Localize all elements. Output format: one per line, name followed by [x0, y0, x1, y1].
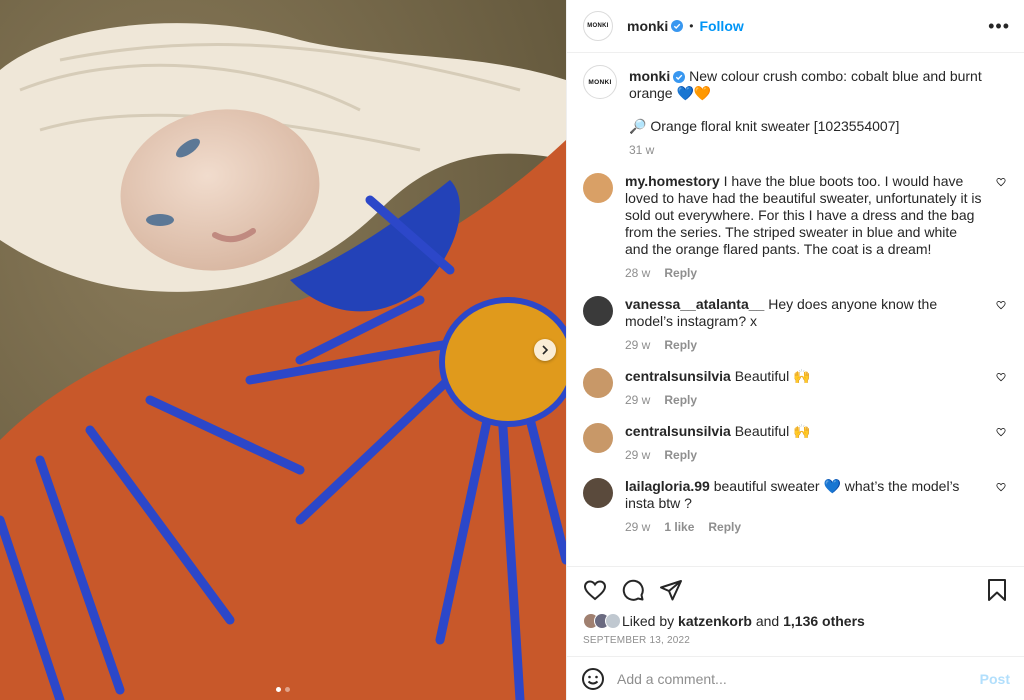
commenter-username[interactable]: my.homestory [625, 173, 720, 189]
reply-button[interactable]: Reply [664, 393, 697, 407]
comment-like-icon[interactable] [994, 173, 1008, 187]
comment-row: centralsunsilvia Beautiful 🙌 29 w Reply [583, 423, 1008, 462]
liked-by: Liked by katzenkorb and 1,136 others [583, 613, 1008, 629]
commenter-avatar[interactable] [583, 173, 613, 203]
liked-by-and: and [755, 613, 780, 629]
comment-meta: 28 w Reply [625, 266, 982, 280]
comment-body: centralsunsilvia Beautiful 🙌 29 w Reply [625, 423, 982, 462]
comment-meta: 29 w Reply [625, 393, 982, 407]
commenter-username[interactable]: vanessa__atalanta__ [625, 296, 764, 312]
commenter-avatar[interactable] [583, 368, 613, 398]
comment-like-icon[interactable] [994, 423, 1008, 437]
post-modal: MONKI monki • Follow ••• MONKI monki New… [0, 0, 1024, 700]
commenter-avatar[interactable] [583, 296, 613, 326]
comment-time[interactable]: 29 w [625, 338, 650, 352]
caption: MONKI monki New colour crush combo: coba… [583, 65, 1008, 157]
comment-time[interactable]: 29 w [625, 393, 650, 407]
comment-text: vanessa__atalanta__ Hey does anyone know… [625, 296, 982, 330]
caption-time[interactable]: 31 w [629, 143, 654, 157]
share-button[interactable] [659, 578, 683, 602]
post-date[interactable]: SEPTEMBER 13, 2022 [583, 635, 1008, 646]
emoji-icon [582, 667, 604, 690]
comment-like-count[interactable]: 1 like [664, 520, 694, 534]
commenter-avatar[interactable] [583, 423, 613, 453]
comment-row: my.homestory I have the blue boots too. … [583, 173, 1008, 280]
add-comment-bar: Post [567, 656, 1024, 700]
comment-text: lailagloria.99 beautiful sweater 💙 what’… [625, 478, 982, 512]
caption-username[interactable]: monki [629, 68, 670, 84]
post-actions: Liked by katzenkorb and 1,136 others SEP… [567, 566, 1024, 656]
comment-body: my.homestory I have the blue boots too. … [625, 173, 982, 280]
comment-meta: 29 w 1 like Reply [625, 520, 982, 534]
comments-list: MONKI monki New colour crush combo: coba… [567, 53, 1024, 566]
commenter-username[interactable]: centralsunsilvia [625, 423, 731, 439]
caption-text: monki New colour crush combo: cobalt blu… [629, 68, 1008, 102]
comment-like-icon[interactable] [994, 368, 1008, 382]
reply-button[interactable]: Reply [664, 338, 697, 352]
post-image [0, 0, 566, 700]
reply-button[interactable]: Reply [708, 520, 741, 534]
caption-meta: 31 w [629, 143, 1008, 157]
commenter-username[interactable]: centralsunsilvia [625, 368, 731, 384]
comment-button[interactable] [621, 578, 645, 602]
follow-button[interactable]: Follow [699, 18, 743, 34]
comment-meta: 29 w Reply [625, 338, 982, 352]
send-icon [660, 580, 682, 601]
save-button[interactable] [986, 578, 1008, 602]
comment-text: centralsunsilvia Beautiful 🙌 [625, 423, 982, 440]
liked-by-user[interactable]: katzenkorb [678, 613, 752, 629]
comment-body: vanessa__atalanta__ Hey does anyone know… [625, 296, 982, 352]
liker-avatar [605, 613, 621, 629]
heart-icon [583, 580, 607, 601]
post-header: MONKI monki • Follow ••• [567, 0, 1024, 53]
comment-text: my.homestory I have the blue boots too. … [625, 173, 982, 258]
comment-body: centralsunsilvia Beautiful 🙌 29 w Reply [625, 368, 982, 407]
commenter-username[interactable]: lailagloria.99 [625, 478, 710, 494]
comment-time[interactable]: 29 w [625, 448, 650, 462]
post-sidebar: MONKI monki • Follow ••• MONKI monki New… [566, 0, 1024, 700]
more-options-icon[interactable]: ••• [988, 17, 1010, 35]
comment-row: centralsunsilvia Beautiful 🙌 29 w Reply [583, 368, 1008, 407]
reply-button[interactable]: Reply [664, 448, 697, 462]
comment-text: centralsunsilvia Beautiful 🙌 [625, 368, 982, 385]
comment-input[interactable] [617, 670, 968, 687]
caption-body: monki New colour crush combo: cobalt blu… [629, 65, 1008, 157]
carousel-dot [276, 687, 281, 692]
comment-time[interactable]: 28 w [625, 266, 650, 280]
comment-content: Beautiful 🙌 [734, 368, 811, 384]
verified-badge-icon [673, 71, 686, 83]
carousel-dot [285, 687, 290, 692]
comment-like-icon[interactable] [994, 478, 1008, 492]
carousel-indicator [0, 687, 566, 692]
comment-like-icon[interactable] [994, 296, 1008, 310]
liked-by-avatars[interactable] [583, 613, 621, 629]
next-image-button[interactable] [534, 339, 556, 361]
photo-illustration [0, 0, 566, 700]
comment-body: lailagloria.99 beautiful sweater 💙 what’… [625, 478, 982, 534]
account-username[interactable]: monki [627, 18, 668, 34]
emoji-button[interactable] [581, 667, 605, 691]
liked-by-prefix: Liked by [622, 613, 675, 629]
reply-button[interactable]: Reply [664, 266, 697, 280]
like-button[interactable] [583, 578, 607, 602]
caption-product-line: 🔎 Orange floral knit sweater [1023554007… [629, 118, 900, 134]
verified-badge-icon [671, 20, 684, 32]
comment-bubble-icon [622, 579, 644, 601]
liked-by-others[interactable]: 1,136 others [783, 613, 865, 629]
post-comment-button[interactable]: Post [980, 671, 1010, 687]
account-avatar[interactable]: MONKI [583, 11, 613, 41]
comment-row: lailagloria.99 beautiful sweater 💙 what’… [583, 478, 1008, 534]
comment-meta: 29 w Reply [625, 448, 982, 462]
commenter-avatar[interactable] [583, 478, 613, 508]
action-icons [583, 567, 1008, 613]
comment-content: Beautiful 🙌 [734, 423, 811, 439]
header-separator: • [689, 19, 694, 33]
comment-row: vanessa__atalanta__ Hey does anyone know… [583, 296, 1008, 352]
caption-avatar[interactable]: MONKI [583, 65, 617, 99]
chevron-right-icon [542, 345, 549, 355]
bookmark-icon [988, 579, 1006, 601]
comment-time[interactable]: 29 w [625, 520, 650, 534]
